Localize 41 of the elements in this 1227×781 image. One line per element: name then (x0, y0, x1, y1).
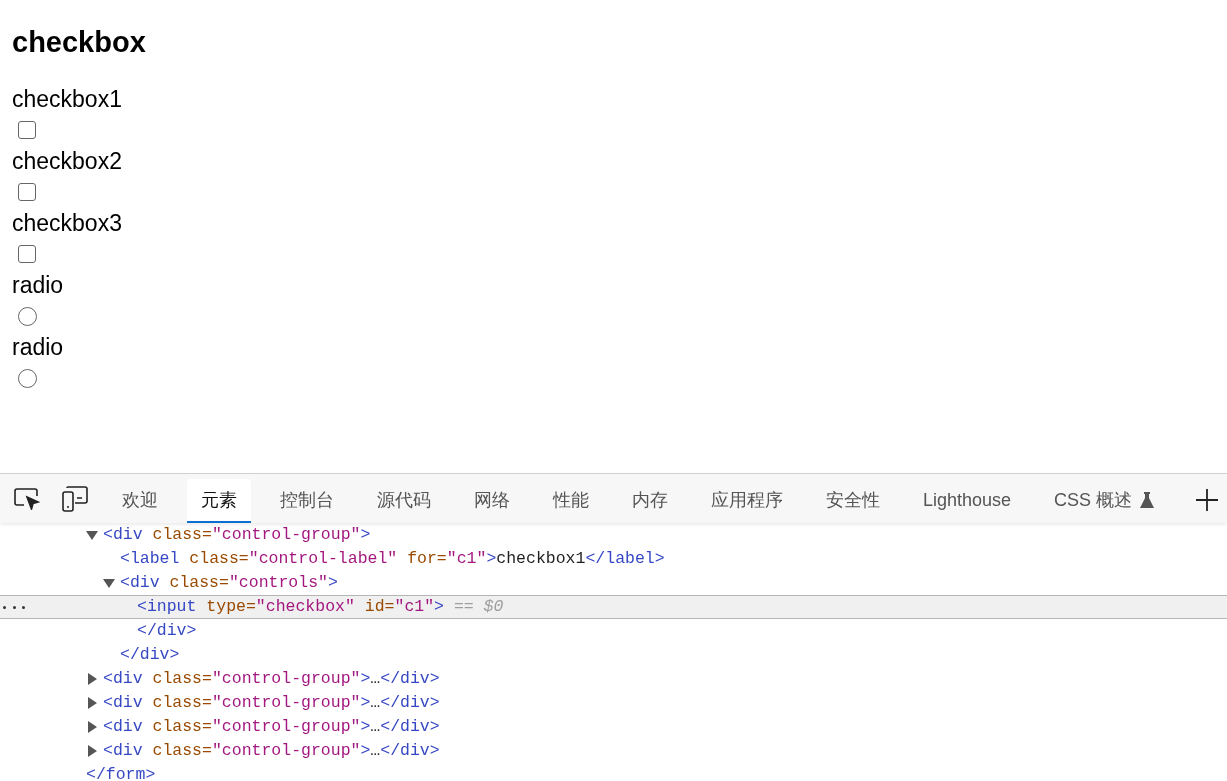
expanded-triangle-icon[interactable] (86, 529, 98, 541)
field-label: checkbox3 (12, 209, 122, 238)
dom-node-line[interactable]: <label class="control-label" for="c1">checkbox1</label> (120, 546, 665, 572)
devtools-tab[interactable]: 内存 (618, 479, 682, 523)
radio-button[interactable] (18, 306, 37, 326)
dom-node-line[interactable]: </form> (86, 762, 156, 781)
devtools-tab[interactable]: 性能 (539, 479, 603, 523)
expanded-triangle-icon[interactable] (103, 577, 115, 589)
field-label: radio (12, 333, 64, 362)
devtools-tab[interactable]: CSS 概述 (1040, 479, 1169, 523)
devtools-tab[interactable]: 应用程序 (697, 479, 797, 523)
collapsed-triangle-icon[interactable] (86, 721, 98, 733)
checkbox[interactable] (18, 121, 36, 139)
dom-node-line[interactable]: <div class="control-group">…</div> (103, 690, 440, 716)
dom-node-line[interactable]: </div> (137, 618, 197, 644)
dom-node-line[interactable]: <div class="control-group">…</div> (103, 738, 440, 764)
page-heading: checkbox (12, 25, 147, 60)
dom-node-line[interactable]: <div class="control-group">…</div> (103, 666, 440, 692)
inspect-cursor-icon[interactable] (14, 488, 40, 510)
collapsed-triangle-icon[interactable] (86, 745, 98, 757)
devtools-tab[interactable]: 源代码 (363, 479, 445, 523)
field-label: checkbox1 (12, 85, 122, 114)
devtools-tab[interactable]: 控制台 (266, 479, 348, 523)
dom-node-line[interactable]: <div class="controls"> (120, 570, 338, 596)
devtools-tab[interactable]: 网络 (460, 479, 524, 523)
devtools-tab[interactable]: 元素 (187, 479, 251, 523)
collapsed-triangle-icon[interactable] (86, 673, 98, 685)
add-icon[interactable] (1195, 488, 1219, 512)
radio-button[interactable] (18, 368, 37, 388)
devtools-tab[interactable]: Lighthouse (909, 479, 1026, 523)
device-emulation-icon[interactable] (62, 486, 88, 512)
dom-node-line[interactable]: </div> (120, 642, 180, 668)
devtools-tab[interactable]: 欢迎 (108, 479, 172, 523)
dom-node-line[interactable]: <div class="control-group"> (103, 523, 371, 548)
collapsed-triangle-icon[interactable] (86, 697, 98, 709)
devtools-tab[interactable]: 安全性 (812, 479, 894, 523)
checkbox[interactable] (18, 245, 36, 263)
field-label: checkbox2 (12, 147, 122, 176)
checkbox[interactable] (18, 183, 36, 201)
field-label: radio (12, 271, 64, 300)
dom-node-line[interactable]: <div class="control-group">…</div> (103, 714, 440, 740)
